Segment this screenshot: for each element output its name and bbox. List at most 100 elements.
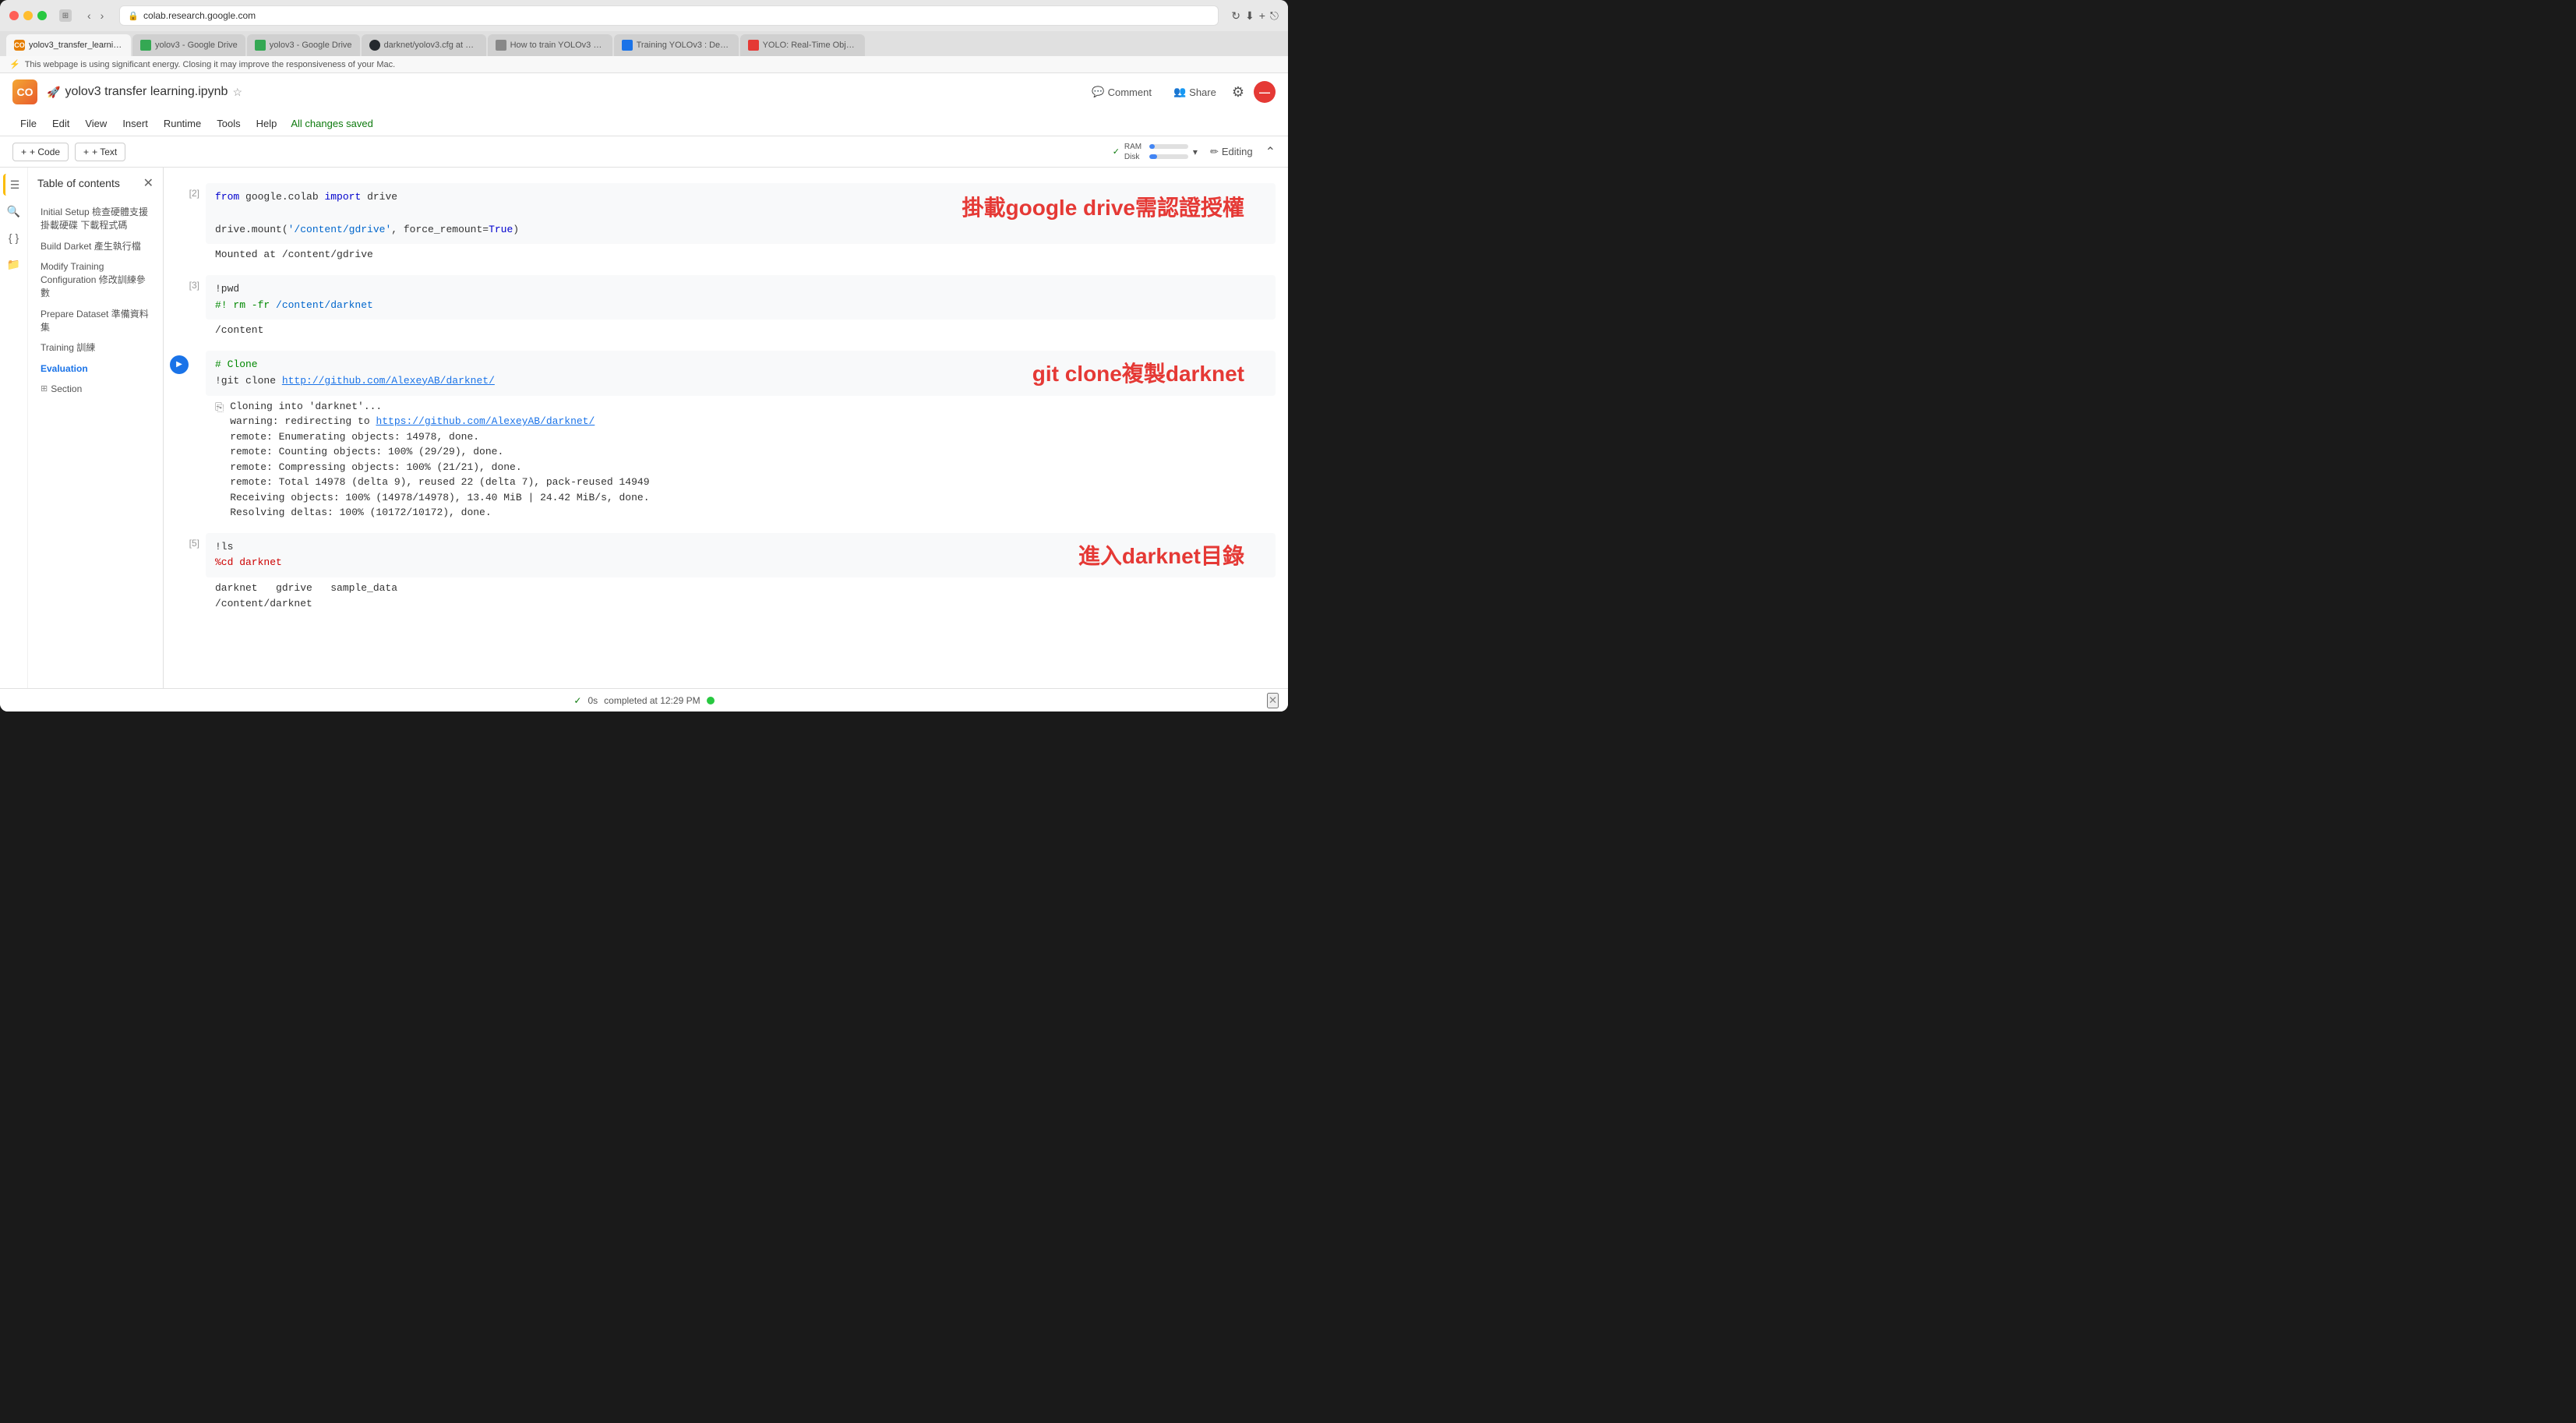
clone-out-3: remote: Enumerating objects: 14978, done…	[230, 429, 649, 445]
menu-tools[interactable]: Tools	[209, 115, 248, 132]
ls-cmd: !ls	[215, 541, 233, 553]
cell-2-output: Mounted at /content/gdrive	[206, 244, 1276, 269]
search-icon-btn[interactable]: 🔍	[3, 200, 25, 222]
toc-item-section[interactable]: ⊞ Section	[37, 380, 154, 398]
editing-btn[interactable]: ✏ Editing	[1204, 143, 1259, 161]
add-text-plus-icon: +	[83, 147, 89, 157]
reload-btn[interactable]: ↻	[1231, 9, 1240, 23]
menu-view[interactable]: View	[77, 115, 115, 132]
gdrive-path: '/content/gdrive'	[288, 224, 392, 235]
tab-drive-2[interactable]: yolov3 - Google Drive	[247, 34, 360, 56]
run-button[interactable]: ▶	[170, 355, 189, 374]
share-btn[interactable]: 👥 Share	[1167, 83, 1223, 101]
colab-logo[interactable]: CO	[12, 79, 37, 104]
meter-expand-icon[interactable]: ▾	[1193, 147, 1198, 157]
toc-items: Initial Setup 檢查硬體支援 掛載硬碟 下載程式碼 Build Da…	[28, 199, 163, 401]
address-bar[interactable]: 🔒 colab.research.google.com	[119, 5, 1219, 26]
rm-comment: #! rm -fr	[215, 299, 276, 311]
status-seconds: 0s	[588, 695, 598, 706]
sidebar-close-btn[interactable]: ✕	[143, 175, 154, 191]
status-close-btn[interactable]: ✕	[1267, 693, 1279, 708]
back-btn[interactable]: ‹	[84, 8, 94, 23]
check-icon: ✓	[1113, 147, 1120, 157]
menu-runtime[interactable]: Runtime	[156, 115, 209, 132]
expand-btn[interactable]: ⌃	[1265, 144, 1276, 160]
star-icon[interactable]: ☆	[232, 86, 242, 99]
all-saved-status: All changes saved	[291, 118, 373, 129]
settings-btn[interactable]: ⚙	[1232, 84, 1244, 101]
toc-item-evaluation[interactable]: Evaluation	[37, 358, 154, 380]
tab-training-deep[interactable]: Training YOLOv3 : Deep Le...	[614, 34, 739, 56]
clone-out-2: warning: redirecting to https://github.c…	[230, 414, 649, 429]
tab-favicon-drive1	[140, 40, 151, 51]
toc-section-label: Section	[51, 383, 82, 394]
tab-label-active: yolov3_transfer_learning.ip...	[29, 41, 123, 50]
nav-arrows: ‹ ›	[84, 8, 107, 23]
minimize-traffic-light[interactable]	[23, 11, 33, 20]
tab-active[interactable]: CO yolov3_transfer_learning.ip...	[6, 34, 131, 56]
ram-meter-bar	[1149, 144, 1188, 149]
toc-icon-btn[interactable]: ☰	[3, 174, 25, 196]
output-icon: ⎘	[215, 401, 224, 521]
menu-insert[interactable]: Insert	[115, 115, 156, 132]
close-traffic-light[interactable]	[9, 11, 19, 20]
pwd-cmd: !pwd	[215, 283, 239, 295]
cell-2-number: [2]	[176, 183, 199, 269]
tab-yolo-train[interactable]: How to train YOLOv3 on th...	[488, 34, 612, 56]
sidebar: ☰ 🔍 { } 📁 Table of contents ✕ Initial Se…	[0, 168, 164, 688]
editing-label: Editing	[1222, 146, 1253, 157]
toc-item-training[interactable]: Training 訓練	[37, 337, 154, 358]
cd-cmd: %cd darknet	[215, 556, 282, 568]
forward-btn[interactable]: ›	[97, 8, 108, 23]
sidebar-toggle-btn[interactable]: ⊞	[59, 9, 72, 22]
cell-2: [2] from google.colab import drive	[176, 183, 1276, 269]
status-check-icon: ✓	[573, 695, 581, 706]
cell-clone-number: ▶	[176, 351, 199, 527]
tab-label-github: darknet/yolov3.cfg at mast...	[384, 41, 478, 50]
annotation-git-clone: git clone複製darknet	[1032, 357, 1244, 388]
new-tab-btn[interactable]: +	[1259, 9, 1265, 22]
tabs-bar: CO yolov3_transfer_learning.ip... yolov3…	[0, 31, 1288, 56]
tab-label-train: How to train YOLOv3 on th...	[510, 41, 605, 50]
github-redirect-link[interactable]: https://github.com/AlexeyAB/darknet/	[376, 415, 595, 427]
toc-item-initial-setup[interactable]: Initial Setup 檢查硬體支援 掛載硬碟 下載程式碼	[37, 202, 154, 236]
from-keyword: from	[215, 191, 239, 203]
folder-icon-btn[interactable]: 📁	[3, 253, 25, 275]
toc-item-modify-config[interactable]: Modify Training Configuration 修改訓練參數	[37, 256, 154, 303]
comment-btn[interactable]: 💬 Comment	[1085, 83, 1158, 101]
tab-yolo-realtime[interactable]: YOLO: Real-Time Object De...	[740, 34, 865, 56]
menu-help[interactable]: Help	[249, 115, 285, 132]
add-code-btn[interactable]: + + Code	[12, 143, 69, 161]
app-header-top: CO 🚀 yolov3 transfer learning.ipynb ☆ 💬 …	[12, 73, 1276, 111]
cell-clone: ▶ # Clone !git clone http://github.com/A…	[176, 351, 1276, 527]
clone-out-1: Cloning into 'darknet'...	[230, 399, 649, 415]
cell-3-code[interactable]: !pwd #! rm -fr /content/darknet	[206, 275, 1276, 320]
add-text-btn[interactable]: + + Text	[75, 143, 125, 161]
toc-item-prepare-dataset[interactable]: Prepare Dataset 準備資料集	[37, 304, 154, 338]
code-icon-btn[interactable]: { }	[3, 227, 25, 249]
fullscreen-traffic-light[interactable]	[37, 11, 47, 20]
toc-item-build-darket[interactable]: Build Darket 產生執行檔	[37, 236, 154, 257]
menu-edit[interactable]: Edit	[44, 115, 77, 132]
status-green-dot	[707, 697, 715, 704]
cell-5: [5] !ls %cd darknet darknet gdrive sampl	[176, 533, 1276, 618]
share-browser-btn[interactable]: ⎋	[1270, 9, 1279, 23]
output-text-block: Cloning into 'darknet'... warning: redir…	[230, 399, 649, 521]
darknet-url[interactable]: http://github.com/AlexeyAB/darknet/	[282, 375, 495, 387]
menu-file[interactable]: File	[12, 115, 44, 132]
energy-icon: ⚡	[9, 59, 20, 69]
tab-github[interactable]: darknet/yolov3.cfg at mast...	[362, 34, 486, 56]
drive-text: drive	[367, 191, 397, 203]
sidebar-icon-strip: ☰ 🔍 { } 📁	[0, 168, 28, 688]
drive-icon: 🚀	[47, 86, 60, 99]
add-code-plus-icon: +	[21, 147, 26, 157]
notebook-area[interactable]: [2] from google.colab import drive	[164, 168, 1288, 688]
user-avatar[interactable]: —	[1254, 81, 1276, 103]
notebook-title: 🚀 yolov3 transfer learning.ipynb ☆	[47, 85, 242, 99]
download-btn[interactable]: ⬇	[1245, 9, 1254, 23]
drive-mount-text: drive.mount(	[215, 224, 288, 235]
darknet-path: /content/darknet	[276, 299, 373, 311]
toc-panel: Table of contents ✕ Initial Setup 檢查硬體支援…	[28, 168, 163, 688]
cell-5-number: [5]	[176, 533, 199, 618]
tab-drive-1[interactable]: yolov3 - Google Drive	[132, 34, 245, 56]
